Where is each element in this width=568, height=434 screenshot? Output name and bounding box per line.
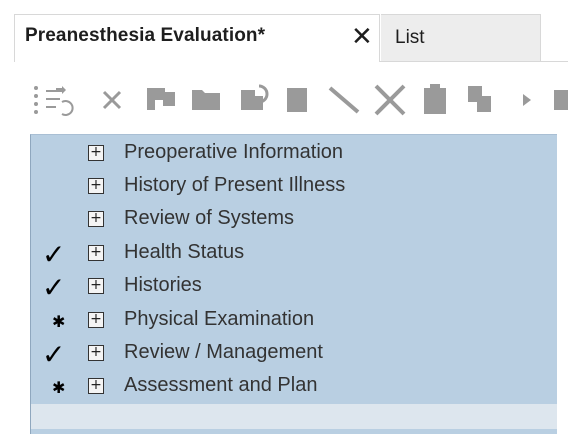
cut-icon[interactable] [372, 82, 408, 118]
section-row-physical-examination[interactable]: ✱ + Physical Examination [30, 305, 557, 338]
section-row-assessment-and-plan[interactable]: ✱ + Assessment and Plan [30, 371, 557, 404]
tab-list[interactable]: List [381, 14, 541, 62]
expand-icon[interactable]: + [88, 145, 104, 161]
section-label[interactable]: Physical Examination [124, 308, 314, 331]
section-label[interactable]: Histories [124, 274, 202, 297]
status-icon [42, 206, 72, 236]
copy-icon[interactable] [465, 82, 497, 118]
section-label[interactable]: Health Status [124, 241, 244, 264]
clipboard-icon[interactable] [420, 82, 450, 118]
section-row-health-status[interactable]: ✓ + Health Status [30, 238, 557, 271]
close-icon[interactable]: ✕ [351, 21, 373, 51]
section-tree-footer [30, 404, 557, 429]
required-asterisk-icon: ✱ [52, 312, 66, 331]
square-icon[interactable] [552, 82, 568, 118]
section-row-review-management[interactable]: ✓ + Review / Management [30, 338, 557, 371]
tab-title: List [395, 27, 425, 48]
tab-bar: Preanesthesia Evaluation* ✕ List [0, 0, 568, 62]
section-row-preoperative-information[interactable]: + Preoperative Information [30, 138, 557, 171]
document-icon[interactable] [284, 82, 312, 118]
expand-icon[interactable]: + [88, 278, 104, 294]
flag-icon[interactable] [143, 82, 177, 118]
tab-title: Preanesthesia Evaluation* [25, 25, 266, 46]
play-icon[interactable] [520, 82, 536, 118]
expand-icon[interactable]: + [88, 178, 104, 194]
folder-icon[interactable] [189, 82, 223, 118]
expand-icon[interactable]: + [88, 378, 104, 394]
refresh-icon[interactable] [235, 82, 271, 118]
section-row-review-of-systems[interactable]: + Review of Systems [30, 204, 557, 237]
expand-icon[interactable]: + [88, 211, 104, 227]
status-icon [42, 173, 72, 203]
section-label[interactable]: History of Present Illness [124, 174, 345, 197]
section-row-history-of-present-illness[interactable]: + History of Present Illness [30, 171, 557, 204]
checkmark-icon: ✓ [42, 271, 66, 304]
line-icon[interactable] [326, 82, 362, 118]
list-insert-icon[interactable] [32, 82, 74, 118]
expand-icon[interactable]: + [88, 245, 104, 261]
section-label[interactable]: Preoperative Information [124, 141, 343, 164]
status-icon [42, 140, 72, 170]
required-asterisk-icon: ✱ [52, 378, 66, 397]
delete-x-icon[interactable] [100, 82, 126, 118]
checkmark-icon: ✓ [42, 338, 66, 371]
section-label[interactable]: Review / Management [124, 341, 323, 364]
toolbar [0, 62, 568, 134]
tab-preanesthesia-evaluation[interactable]: Preanesthesia Evaluation* ✕ [14, 14, 380, 62]
expand-icon[interactable]: + [88, 312, 104, 328]
section-label[interactable]: Assessment and Plan [124, 374, 317, 397]
section-row-histories[interactable]: ✓ + Histories [30, 271, 557, 304]
section-label[interactable]: Review of Systems [124, 207, 294, 230]
expand-icon[interactable]: + [88, 345, 104, 361]
checkmark-icon: ✓ [42, 238, 66, 271]
